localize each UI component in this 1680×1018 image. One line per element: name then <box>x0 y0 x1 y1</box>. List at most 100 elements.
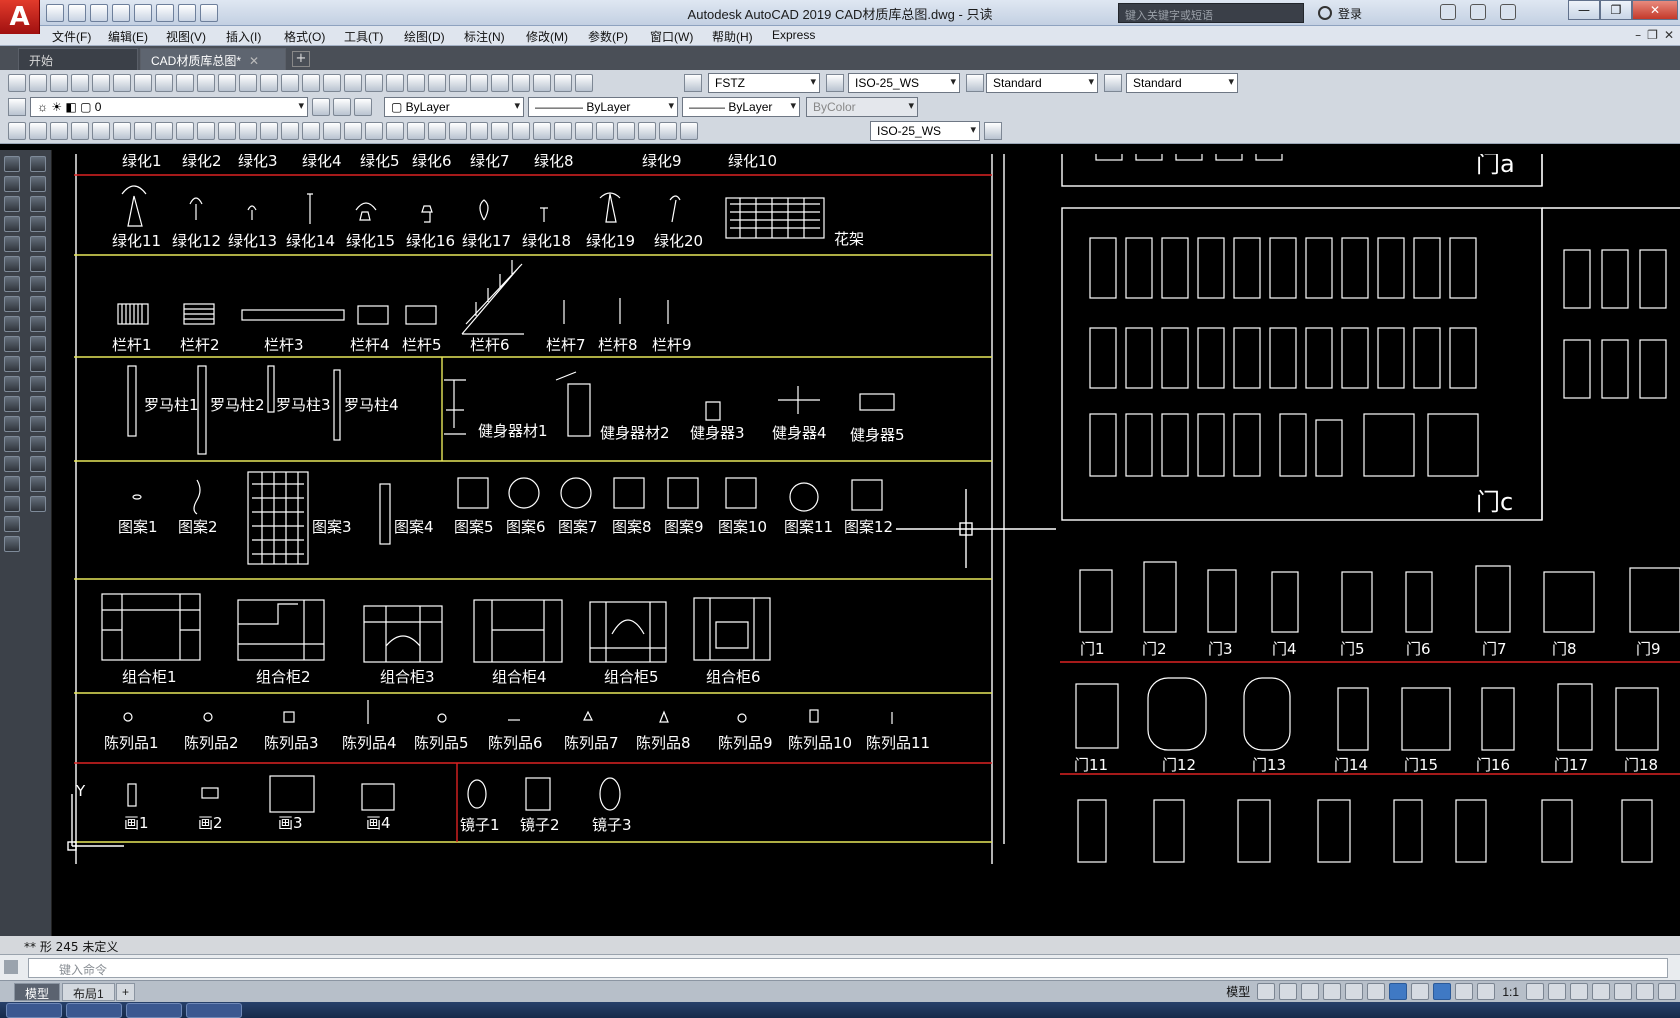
taskbar-item[interactable] <box>6 1003 62 1018</box>
units-icon[interactable] <box>1570 983 1588 1000</box>
snap-settings-icon[interactable] <box>428 122 446 140</box>
snap-none-icon[interactable] <box>407 122 425 140</box>
polyline-icon[interactable] <box>4 196 20 212</box>
arc-icon[interactable] <box>4 256 20 272</box>
hatch-icon[interactable] <box>4 436 20 452</box>
orbit-icon[interactable] <box>8 74 26 92</box>
gradient-icon[interactable] <box>4 456 20 472</box>
model-space-label[interactable]: 模型 <box>1223 983 1253 1000</box>
scale-icon[interactable] <box>30 296 46 312</box>
tab-drawing[interactable]: CAD材质库总图* ✕ <box>140 48 286 70</box>
snap-midpoint-icon[interactable] <box>197 122 215 140</box>
spline-icon[interactable] <box>4 316 20 332</box>
arc-length-icon[interactable] <box>50 122 68 140</box>
qat-dropdown-icon[interactable] <box>200 4 218 22</box>
hardware-accel-icon[interactable] <box>1614 983 1632 1000</box>
customize-icon[interactable] <box>1658 983 1676 1000</box>
new-icon[interactable] <box>71 74 89 92</box>
ortho-icon[interactable] <box>1301 983 1320 1000</box>
annotation-scale-icon[interactable] <box>1477 983 1496 1000</box>
add-selected-icon[interactable] <box>4 536 20 552</box>
move-icon[interactable] <box>30 256 46 272</box>
lineweight-icon[interactable] <box>1411 983 1430 1000</box>
snap-perpendicular-icon[interactable] <box>302 122 320 140</box>
diameter-icon[interactable] <box>134 122 152 140</box>
tool-palettes-icon[interactable] <box>491 74 509 92</box>
mleader-style-dropdown[interactable]: Standard <box>1126 73 1238 93</box>
menu-tools[interactable]: 工具(T) <box>344 28 383 45</box>
minimize-button[interactable]: — <box>1568 0 1600 20</box>
ellipse-icon[interactable] <box>4 336 20 352</box>
array-icon[interactable] <box>30 236 46 252</box>
dim-style-dropdown[interactable]: ISO-25_WS <box>848 73 960 93</box>
object-tracking-icon[interactable] <box>1367 983 1386 1000</box>
offset-icon[interactable] <box>30 216 46 232</box>
menu-edit[interactable]: 编辑(E) <box>108 28 148 45</box>
dim-style-dropdown-2[interactable]: ISO-25_WS <box>870 121 980 141</box>
table-icon[interactable] <box>4 496 20 512</box>
explode-icon[interactable] <box>30 496 46 512</box>
dim-update-icon[interactable] <box>680 122 698 140</box>
stretch-icon[interactable] <box>30 316 46 332</box>
break-icon[interactable] <box>30 396 46 412</box>
snap-node-icon[interactable] <box>365 122 383 140</box>
menu-help[interactable]: 帮助(H) <box>712 28 753 45</box>
rectangle-icon[interactable] <box>4 236 20 252</box>
add-layout-button[interactable]: + <box>116 983 136 1001</box>
make-block-icon[interactable] <box>4 396 20 412</box>
close-button[interactable]: ✕ <box>1632 0 1678 20</box>
design-center-icon[interactable] <box>470 74 488 92</box>
open-icon[interactable] <box>92 74 110 92</box>
chamfer-icon[interactable] <box>30 436 46 452</box>
mtext-icon[interactable] <box>4 516 20 532</box>
publish-icon[interactable] <box>176 74 194 92</box>
zoom-previous-icon[interactable] <box>428 74 446 92</box>
menu-dimension[interactable]: 标注(N) <box>464 28 505 45</box>
osnap-icon[interactable] <box>1389 983 1408 1000</box>
new-file-icon[interactable] <box>46 4 64 22</box>
calculator-icon[interactable] <box>554 74 572 92</box>
layer-previous-icon[interactable] <box>333 98 351 116</box>
circle-icon[interactable] <box>4 276 20 292</box>
table-style-dropdown[interactable]: Standard <box>986 73 1098 93</box>
dim-break-icon[interactable] <box>533 122 551 140</box>
doc-minimize-button[interactable]: – <box>1635 28 1641 42</box>
cut-icon[interactable] <box>218 74 236 92</box>
isolate-icon[interactable] <box>1592 983 1610 1000</box>
save-tb-icon[interactable] <box>113 74 131 92</box>
fillet-icon[interactable] <box>30 456 46 472</box>
redo-icon[interactable] <box>156 4 174 22</box>
break-point-icon[interactable] <box>30 376 46 392</box>
menu-express[interactable]: Express <box>772 28 815 42</box>
menu-format[interactable]: 格式(O) <box>284 28 325 45</box>
revision-cloud-icon[interactable] <box>4 296 20 312</box>
command-input[interactable]: 键入命令 <box>28 958 1668 978</box>
menu-file[interactable]: 文件(F) <box>52 28 91 45</box>
workspace-gear-icon[interactable] <box>1526 983 1544 1000</box>
print-icon[interactable] <box>134 74 152 92</box>
radius-icon[interactable] <box>92 122 110 140</box>
line-icon[interactable] <box>4 156 20 172</box>
plus-icon[interactable] <box>1548 983 1566 1000</box>
mleader-style-icon[interactable] <box>1104 74 1122 92</box>
menu-view[interactable]: 视图(V) <box>166 28 206 45</box>
save-icon[interactable] <box>90 4 108 22</box>
join-icon[interactable] <box>30 416 46 432</box>
make-current-icon[interactable] <box>312 98 330 116</box>
help-tb-icon[interactable] <box>575 74 593 92</box>
snap-icon[interactable] <box>1279 983 1298 1000</box>
mirror-icon[interactable] <box>30 196 46 212</box>
color-dropdown[interactable]: ▢ ByLayer <box>384 97 524 117</box>
annotation-scale-value[interactable]: 1:1 <box>1499 985 1522 999</box>
doc-close-button[interactable]: ✕ <box>1664 28 1674 42</box>
blend-icon[interactable] <box>30 476 46 492</box>
linear-dim-icon[interactable] <box>8 122 26 140</box>
dim-edit-icon[interactable] <box>638 122 656 140</box>
ellipse-arc-icon[interactable] <box>4 356 20 372</box>
zoom-realtime-icon[interactable] <box>386 74 404 92</box>
snap-endpoint-icon[interactable] <box>176 122 194 140</box>
drawing-canvas[interactable]: 绿化1 绿化2 绿化3 绿化4 绿化5 绿化6 绿化7 绿化8 绿化9 绿化10… <box>56 154 1680 926</box>
auto-scale-icon[interactable] <box>1455 983 1474 1000</box>
region-icon[interactable] <box>4 476 20 492</box>
rotate-icon[interactable] <box>30 276 46 292</box>
